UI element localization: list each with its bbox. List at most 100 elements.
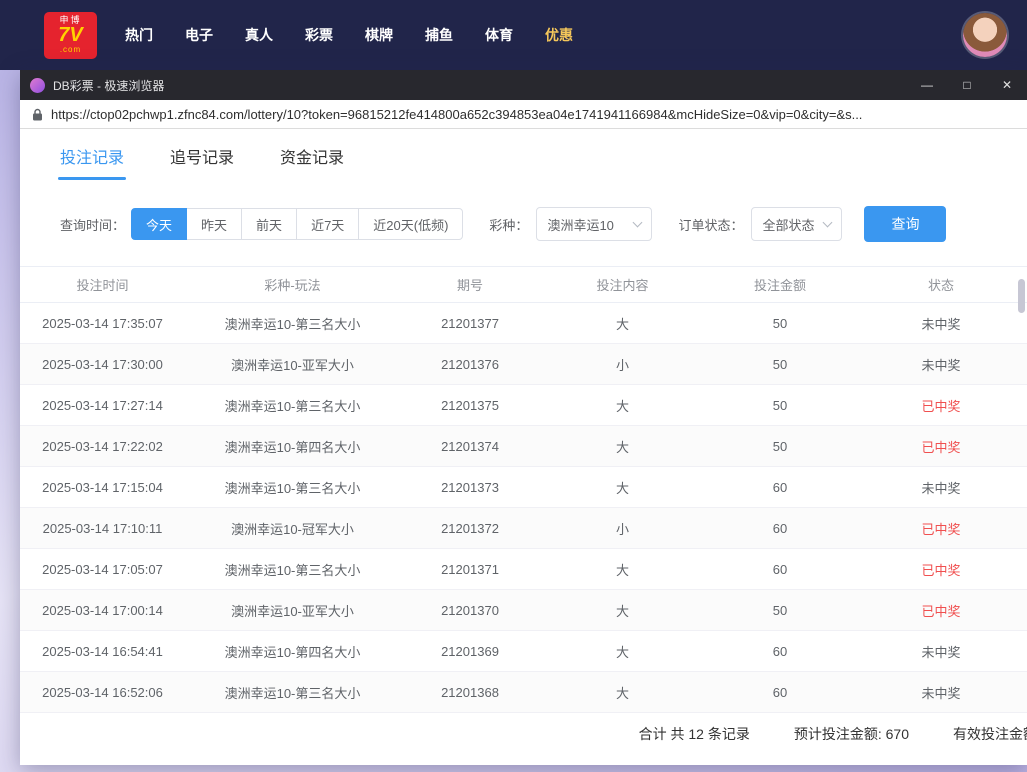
- cell-issue: 21201374: [400, 426, 540, 467]
- cell-content: 大: [540, 631, 705, 672]
- time-option-近20天(低频)[interactable]: 近20天(低频): [358, 208, 463, 240]
- cell-status: 未中奖: [855, 467, 1027, 508]
- minimize-button[interactable]: —: [907, 70, 947, 100]
- tab-bar: 投注记录 追号记录 资金记录: [20, 129, 1027, 180]
- table-row: 2025-03-14 16:52:06澳洲幸运10-第三名大小21201368大…: [20, 672, 1027, 713]
- lottery-select-value: 澳洲幸运10: [547, 215, 613, 234]
- window-controls: — □ ✕: [907, 70, 1027, 100]
- cell-status: 已中奖: [855, 508, 1027, 549]
- cell-issue: 21201368: [400, 672, 540, 713]
- logo-text-main: 7V: [58, 25, 82, 46]
- column-header-状态: 状态: [855, 267, 1027, 303]
- table-row: 2025-03-14 17:22:02澳洲幸运10-第四名大小21201374大…: [20, 426, 1027, 467]
- cell-status: 已中奖: [855, 549, 1027, 590]
- query-button[interactable]: 查询: [864, 206, 946, 242]
- cell-play: 澳洲幸运10-第三名大小: [185, 467, 400, 508]
- scrollbar[interactable]: [1018, 279, 1025, 313]
- address-bar[interactable]: https://ctop02pchwp1.zfnc84.com/lottery/…: [20, 100, 1027, 129]
- summary-bar: 合计 共 12 条记录 预计投注金额: 670 有效投注金额: [20, 713, 1027, 755]
- cell-issue: 21201369: [400, 631, 540, 672]
- cell-content: 大: [540, 385, 705, 426]
- chevron-down-icon: [633, 217, 643, 227]
- cell-status: 未中奖: [855, 344, 1027, 385]
- cell-amount: 50: [705, 426, 855, 467]
- cell-status: 已中奖: [855, 385, 1027, 426]
- cell-amount: 50: [705, 590, 855, 631]
- nav-item-捕鱼[interactable]: 捕鱼: [409, 25, 469, 45]
- cell-amount: 50: [705, 344, 855, 385]
- column-header-期号: 期号: [400, 267, 540, 303]
- chevron-down-icon: [823, 217, 833, 227]
- table-row: 2025-03-14 17:10:11澳洲幸运10-冠军大小21201372小6…: [20, 508, 1027, 549]
- cell-time: 2025-03-14 16:54:41: [20, 631, 185, 672]
- nav-item-彩票[interactable]: 彩票: [289, 25, 349, 45]
- cell-play: 澳洲幸运10-亚军大小: [185, 344, 400, 385]
- expected-amount: 预计投注金额: 670: [794, 724, 909, 744]
- lottery-select[interactable]: 澳洲幸运10: [536, 207, 652, 241]
- cell-issue: 21201376: [400, 344, 540, 385]
- nav-item-真人[interactable]: 真人: [229, 25, 289, 45]
- column-header-投注内容: 投注内容: [540, 267, 705, 303]
- cell-amount: 60: [705, 672, 855, 713]
- cell-play: 澳洲幸运10-第三名大小: [185, 385, 400, 426]
- tab-资金记录[interactable]: 资金记录: [280, 144, 344, 180]
- cell-amount: 60: [705, 549, 855, 590]
- cell-issue: 21201373: [400, 467, 540, 508]
- time-option-前天[interactable]: 前天: [241, 208, 297, 240]
- time-option-今天[interactable]: 今天: [131, 208, 187, 240]
- order-status-select[interactable]: 全部状态: [751, 207, 842, 241]
- cell-time: 2025-03-14 17:05:07: [20, 549, 185, 590]
- lottery-filter-label: 彩种：: [489, 215, 528, 234]
- table-header-row: 投注时间彩种-玩法期号投注内容投注金额状态: [20, 267, 1027, 303]
- time-option-近7天[interactable]: 近7天: [296, 208, 359, 240]
- cell-time: 2025-03-14 17:35:07: [20, 303, 185, 344]
- desktop: 申博 7V .com 热门电子真人彩票棋牌捕鱼体育优惠 DB彩票 - 极速浏览器…: [0, 0, 1027, 772]
- close-button[interactable]: ✕: [987, 70, 1027, 100]
- cell-status: 未中奖: [855, 672, 1027, 713]
- cell-time: 2025-03-14 17:30:00: [20, 344, 185, 385]
- cell-status: 未中奖: [855, 631, 1027, 672]
- cell-time: 2025-03-14 17:10:11: [20, 508, 185, 549]
- cell-status: 已中奖: [855, 426, 1027, 467]
- cell-amount: 50: [705, 303, 855, 344]
- order-status-value: 全部状态: [762, 215, 814, 234]
- cell-issue: 21201372: [400, 508, 540, 549]
- time-filter-label: 查询时间：: [60, 215, 125, 234]
- nav-item-热门[interactable]: 热门: [109, 25, 169, 45]
- maximize-button[interactable]: □: [947, 70, 987, 100]
- valid-amount: 有效投注金额: [953, 724, 1027, 744]
- nav-item-棋牌[interactable]: 棋牌: [349, 25, 409, 45]
- lottery-page: 投注记录 追号记录 资金记录 查询时间： 今天昨天前天近7天近20天(低频) 彩种：…: [20, 129, 1027, 765]
- total-records: 合计 共 12 条记录: [639, 724, 750, 744]
- user-avatar[interactable]: [963, 13, 1007, 57]
- site-logo[interactable]: 申博 7V .com: [44, 12, 97, 59]
- cell-content: 大: [540, 549, 705, 590]
- time-option-昨天[interactable]: 昨天: [186, 208, 242, 240]
- records-table-body: 2025-03-14 17:35:07澳洲幸运10-第三名大小21201377大…: [20, 303, 1027, 713]
- order-status-label: 订单状态：: [678, 215, 743, 234]
- tab-投注记录[interactable]: 投注记录: [60, 144, 124, 180]
- logo-text-com: .com: [60, 46, 81, 54]
- cell-content: 大: [540, 467, 705, 508]
- cell-time: 2025-03-14 17:27:14: [20, 385, 185, 426]
- top-navbar: 申博 7V .com 热门电子真人彩票棋牌捕鱼体育优惠: [0, 0, 1027, 70]
- cell-status: 已中奖: [855, 590, 1027, 631]
- cell-play: 澳洲幸运10-第三名大小: [185, 303, 400, 344]
- browser-window: DB彩票 - 极速浏览器 — □ ✕ https://ctop02pchwp1.…: [20, 70, 1027, 765]
- time-filter-group: 今天昨天前天近7天近20天(低频): [131, 208, 463, 240]
- table-row: 2025-03-14 16:54:41澳洲幸运10-第四名大小21201369大…: [20, 631, 1027, 672]
- url-text: https://ctop02pchwp1.zfnc84.com/lottery/…: [51, 107, 862, 122]
- cell-content: 大: [540, 590, 705, 631]
- cell-time: 2025-03-14 16:52:06: [20, 672, 185, 713]
- nav-item-优惠[interactable]: 优惠: [529, 25, 589, 45]
- column-header-投注金额: 投注金额: [705, 267, 855, 303]
- tab-追号记录[interactable]: 追号记录: [170, 144, 234, 180]
- lock-icon: [32, 108, 43, 121]
- cell-amount: 60: [705, 508, 855, 549]
- column-header-投注时间: 投注时间: [20, 267, 185, 303]
- cell-issue: 21201377: [400, 303, 540, 344]
- nav-item-电子[interactable]: 电子: [169, 25, 229, 45]
- nav-item-体育[interactable]: 体育: [469, 25, 529, 45]
- cell-content: 大: [540, 303, 705, 344]
- table-row: 2025-03-14 17:05:07澳洲幸运10-第三名大小21201371大…: [20, 549, 1027, 590]
